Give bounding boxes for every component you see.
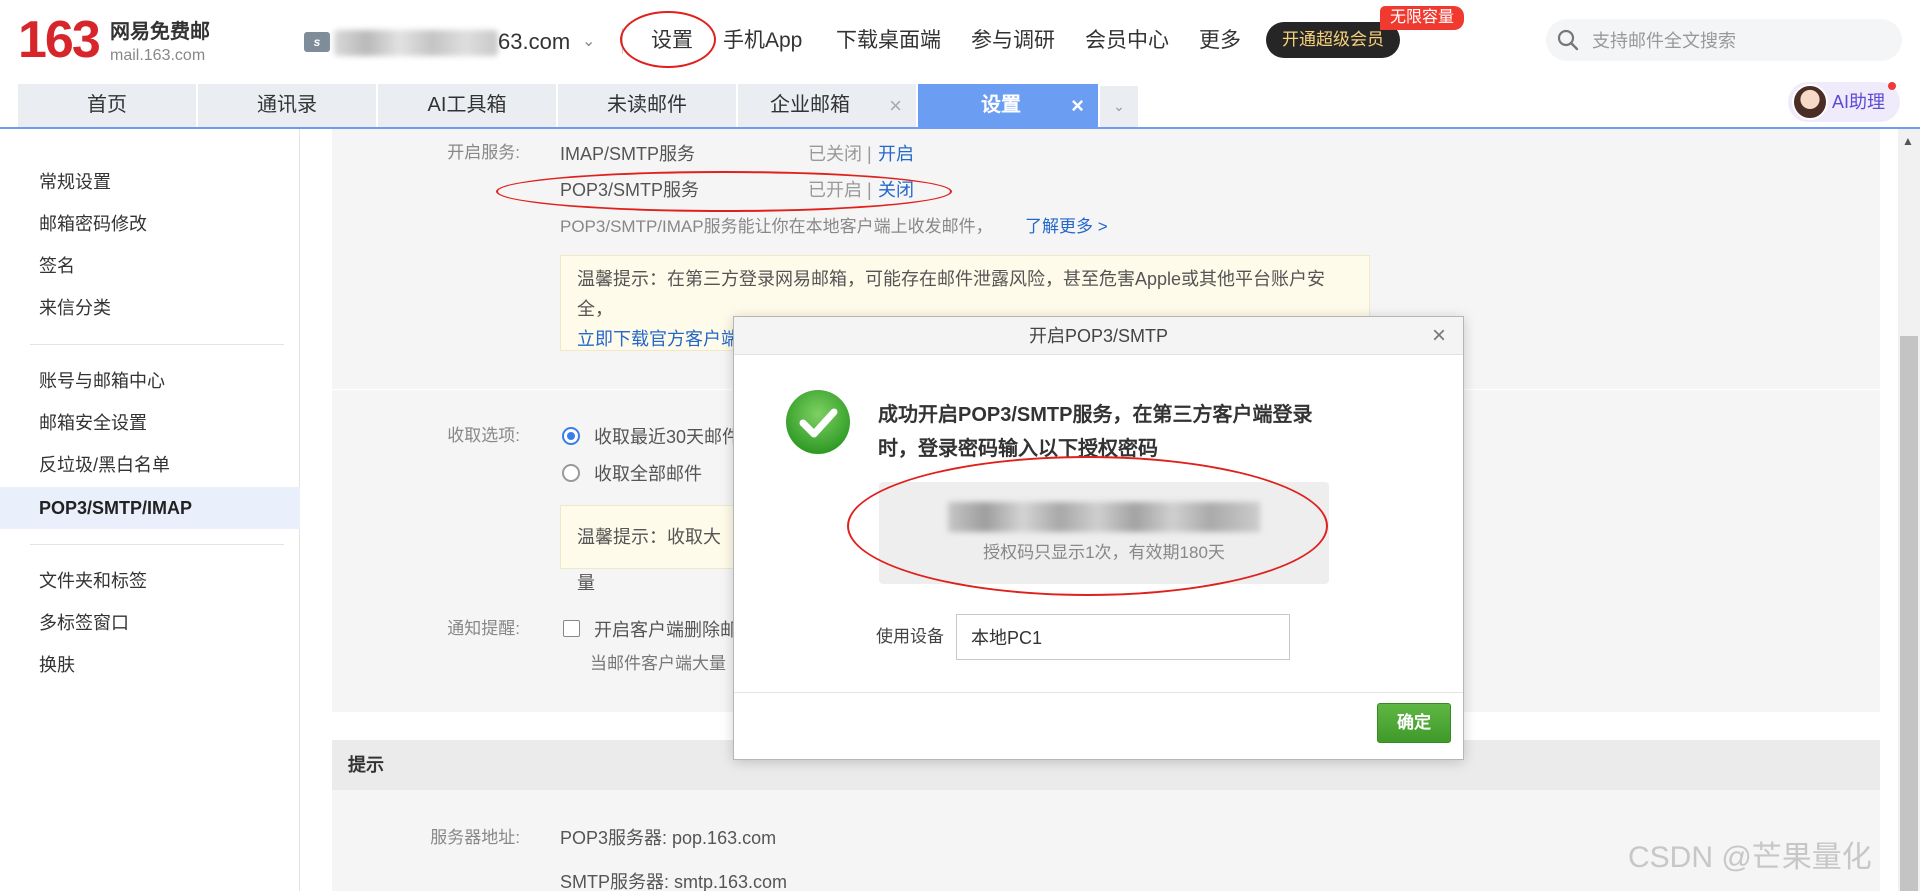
tab-label: 首页 [87, 94, 127, 116]
sidebar-divider [30, 344, 284, 345]
sidebar-item-account-center[interactable]: 账号与邮箱中心 [0, 361, 300, 401]
notify-label: 通知提醒: [447, 619, 520, 638]
nav-settings[interactable]: 设置 [651, 26, 693, 56]
tab-label: 设置 [981, 94, 1021, 116]
status-separator: | [867, 180, 872, 200]
scroll-up-arrow-icon[interactable]: ▲ [1902, 134, 1914, 148]
nav-more[interactable]: 更多 [1199, 26, 1241, 56]
account-email-suffix[interactable]: 63.com [498, 28, 570, 56]
close-icon[interactable]: × [889, 84, 902, 127]
account-badge-icon: s [304, 32, 330, 52]
sidebar-item-general[interactable]: 常规设置 [0, 162, 300, 202]
logo-number[interactable]: 163 [18, 10, 101, 70]
tab-ai-toolbox[interactable]: AI工具箱 [378, 84, 556, 127]
tab-label: AI工具箱 [427, 94, 507, 116]
nav-mobile-app[interactable]: 手机App [723, 26, 802, 56]
client-delete-notify-checkbox[interactable] [563, 620, 580, 637]
pop3-disable-link[interactable]: 关闭 [878, 178, 914, 202]
device-label: 使用设备 [876, 627, 944, 646]
smtp-server-address: SMTP服务器: smtp.163.com [560, 872, 788, 891]
imap-service-name: IMAP/SMTP服务 [560, 144, 696, 164]
close-icon[interactable]: × [1071, 84, 1084, 127]
account-email-blurred [334, 30, 498, 56]
success-check-icon [786, 390, 850, 454]
security-tip-text: 温馨提示：在第三方登录网易邮箱，可能存在邮件泄露风险，甚至危害Apple或其他平… [577, 269, 1326, 319]
pop3-server-address: POP3服务器: pop.163.com [560, 828, 777, 848]
logo-text: 网易免费邮 [110, 21, 210, 43]
nav-desktop-download[interactable]: 下载桌面端 [836, 26, 941, 56]
nav-member-center[interactable]: 会员中心 [1085, 26, 1169, 56]
tab-home[interactable]: 首页 [18, 84, 196, 127]
tab-label: 未读邮件 [607, 94, 687, 116]
nav-survey[interactable]: 参与调研 [971, 26, 1055, 56]
auth-code-note: 授权码只显示1次，有效期180天 [983, 543, 1225, 562]
sidebar-item-pop3-smtp-imap[interactable]: POP3/SMTP/IMAP [0, 487, 300, 529]
status-separator: | [867, 144, 872, 164]
search-icon[interactable] [1556, 28, 1580, 52]
confirm-button[interactable]: 确定 [1377, 703, 1451, 743]
ai-assistant-label[interactable]: AI助理 [1832, 90, 1885, 114]
notify-subtext: 当邮件客户端大量 [590, 654, 726, 673]
auth-code-blurred [948, 502, 1260, 532]
imap-enable-link[interactable]: 开启 [878, 142, 914, 166]
ai-avatar[interactable] [1792, 84, 1828, 120]
dialog-message: 成功开启POP3/SMTP服务，在第三方客户端登录时，登录密码输入以下授权密码 [878, 404, 1313, 460]
auth-code-box [879, 482, 1329, 584]
services-description: POP3/SMTP/IMAP服务能让你在本地客户端上收发邮件， [560, 217, 993, 236]
sidebar-item-multi-tab[interactable]: 多标签窗口 [0, 603, 300, 643]
dialog-title: 开启POP3/SMTP [1028, 326, 1169, 346]
dialog-footer-divider [734, 692, 1463, 693]
sidebar-item-security[interactable]: 邮箱安全设置 [0, 403, 300, 443]
receive-options-label: 收取选项: [447, 426, 520, 445]
pop3-service-name: POP3/SMTP服务 [560, 180, 700, 200]
imap-service-status: 已关闭 [808, 144, 862, 164]
nav-divider [622, 28, 623, 54]
tab-settings[interactable]: 设置 × [918, 84, 1098, 127]
receive-tip-box: 温馨提示：收取大量 [560, 505, 740, 593]
sidebar-divider [30, 544, 284, 545]
tab-label: 通讯录 [257, 94, 317, 116]
tab-more-chevron-icon[interactable]: ⌄ [1100, 86, 1138, 127]
tab-label: 企业邮箱 [770, 94, 850, 116]
tab-enterprise-mail[interactable]: 企业邮箱 × [738, 84, 916, 127]
learn-more-link[interactable]: 了解更多 > [1025, 215, 1108, 239]
receive-30-days-label[interactable]: 收取最近30天邮件 [594, 425, 740, 449]
services-label: 开启服务: [447, 143, 520, 162]
chevron-down-icon[interactable]: ⌄ [582, 30, 595, 54]
sidebar-item-skin[interactable]: 换肤 [0, 645, 300, 685]
vip-unlimited-badge: 无限容量 [1380, 6, 1464, 30]
server-address-label: 服务器地址: [430, 828, 520, 847]
receive-all-radio[interactable] [562, 464, 580, 482]
watermark: CSDN @芒果量化 [1628, 841, 1872, 874]
search-input[interactable]: 支持邮件全文搜索 [1592, 29, 1736, 53]
sidebar-item-signature[interactable]: 签名 [0, 246, 300, 286]
sidebar-item-folders[interactable]: 文件夹和标签 [0, 561, 300, 601]
tab-unread-mail[interactable]: 未读邮件 [558, 84, 736, 127]
logo-domain: mail.163.com [110, 47, 206, 64]
client-delete-notify-label[interactable]: 开启客户端删除邮 [594, 618, 738, 642]
receive-all-label[interactable]: 收取全部邮件 [594, 462, 702, 486]
close-icon[interactable]: × [1426, 320, 1452, 352]
receive-30-days-radio[interactable] [562, 427, 580, 445]
scrollbar-thumb[interactable] [1900, 336, 1918, 891]
tab-contacts[interactable]: 通讯录 [198, 84, 376, 127]
notification-dot [1888, 82, 1896, 90]
device-name-input[interactable] [956, 614, 1290, 660]
sidebar-item-antispam[interactable]: 反垃圾/黑白名单 [0, 445, 300, 485]
sidebar-item-password[interactable]: 邮箱密码修改 [0, 204, 300, 244]
sidebar-item-mail-filter[interactable]: 来信分类 [0, 288, 300, 328]
pop3-service-status: 已开启 [808, 180, 862, 200]
